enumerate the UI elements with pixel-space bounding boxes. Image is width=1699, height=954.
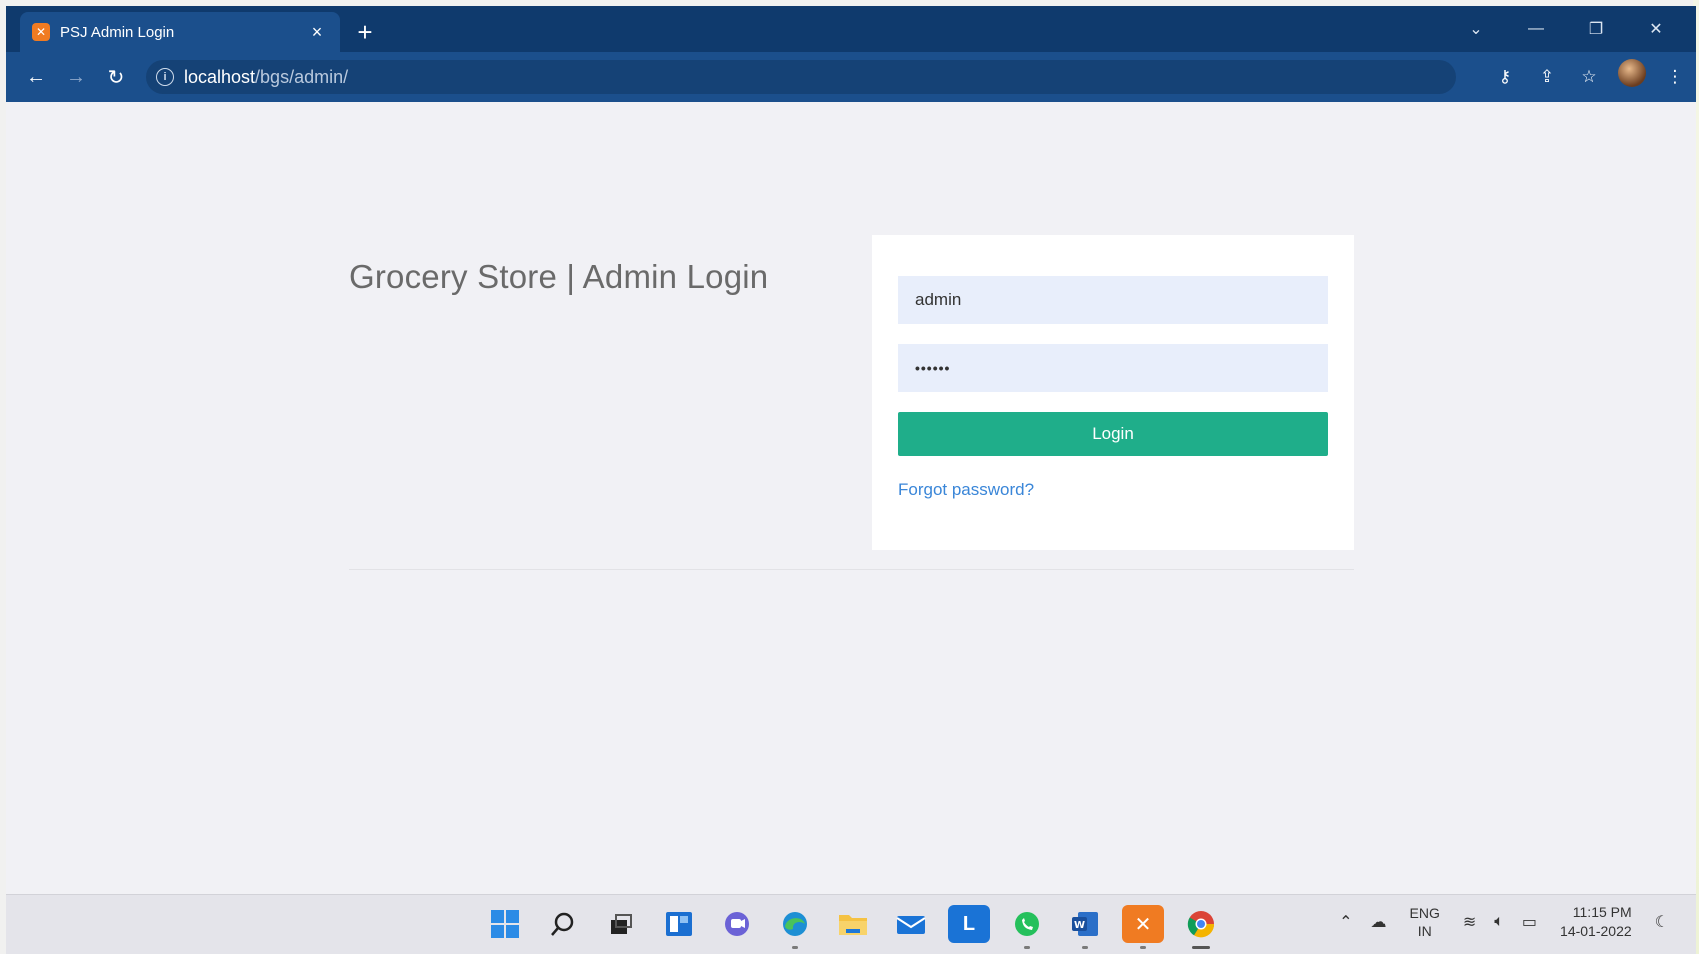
url-host: localhost xyxy=(184,66,256,87)
notification-icon[interactable]: ☾ xyxy=(1655,912,1669,932)
teams-chat-icon[interactable] xyxy=(716,905,758,943)
task-view-icon[interactable] xyxy=(600,905,642,943)
l-app-icon[interactable]: L xyxy=(948,905,990,943)
language-indicator[interactable]: ENG IN xyxy=(1410,904,1440,940)
taskbar-apps: L W ✕ xyxy=(484,905,1238,949)
share-icon[interactable]: ⇪ xyxy=(1526,59,1568,95)
close-icon[interactable]: × xyxy=(306,22,328,43)
menu-icon[interactable]: ⋮ xyxy=(1654,59,1696,95)
widgets-icon[interactable] xyxy=(658,905,700,943)
date: 14-01-2022 xyxy=(1560,923,1632,939)
browser-window: ✕ PSJ Admin Login × + ⌄ — ❐ ✕ ← → ↻ i lo… xyxy=(6,6,1696,102)
word-icon[interactable]: W xyxy=(1064,905,1106,949)
file-explorer-icon[interactable] xyxy=(832,905,874,943)
system-tray: ⌃ ☁ ENG IN ≋ 🔈︎ ▭ 11:15 PM 14-01-2022 ☾ xyxy=(1330,903,1678,941)
browser-tab[interactable]: ✕ PSJ Admin Login × xyxy=(20,12,340,52)
xampp-icon: ✕ xyxy=(32,23,50,41)
login-button[interactable]: Login xyxy=(898,412,1328,456)
wifi-icon[interactable]: ≋ xyxy=(1463,912,1476,932)
edge-icon[interactable] xyxy=(774,905,816,949)
clock[interactable]: 11:15 PM 14-01-2022 xyxy=(1560,903,1632,941)
avatar[interactable] xyxy=(1618,59,1646,87)
volume-icon[interactable]: 🔈︎ xyxy=(1494,913,1504,931)
lang-region: IN xyxy=(1417,923,1432,939)
reload-icon[interactable]: ↻ xyxy=(96,59,136,95)
address-bar[interactable]: i localhost/bgs/admin/ xyxy=(146,60,1456,94)
close-window-button[interactable]: ✕ xyxy=(1626,12,1686,46)
password-input[interactable] xyxy=(898,344,1328,392)
whatsapp-icon[interactable] xyxy=(1006,905,1048,949)
restore-button[interactable]: ❐ xyxy=(1566,12,1626,46)
svg-text:W: W xyxy=(1074,920,1085,931)
tab-strip: ✕ PSJ Admin Login × + ⌄ — ❐ ✕ xyxy=(6,6,1696,52)
search-icon[interactable] xyxy=(542,905,584,943)
taskbar: L W ✕ ⌃ ☁ ENG IN ≋ 🔈︎ ▭ 11:15 PM 14-01-2… xyxy=(6,894,1696,954)
forward-icon[interactable]: → xyxy=(56,59,96,95)
star-icon[interactable]: ☆ xyxy=(1568,59,1610,95)
back-icon[interactable]: ← xyxy=(16,59,56,95)
battery-icon[interactable]: ▭ xyxy=(1522,912,1537,932)
minimize-button[interactable]: — xyxy=(1506,12,1566,46)
time: 11:15 PM xyxy=(1572,904,1632,920)
window-controls: ⌄ — ❐ ✕ xyxy=(1446,12,1686,46)
lang-code: ENG xyxy=(1409,905,1440,921)
username-input[interactable] xyxy=(898,276,1328,324)
divider xyxy=(349,569,1354,570)
info-icon[interactable]: i xyxy=(156,68,174,86)
new-tab-button[interactable]: + xyxy=(350,18,380,48)
chrome-icon[interactable] xyxy=(1180,905,1222,949)
page-title: Grocery Store | Admin Login xyxy=(349,258,769,295)
browser-toolbar: ← → ↻ i localhost/bgs/admin/ ⚷ ⇪ ☆ ⋮ xyxy=(6,52,1696,102)
onedrive-icon[interactable]: ☁ xyxy=(1371,912,1387,932)
url-text: localhost/bgs/admin/ xyxy=(184,67,348,88)
mail-icon[interactable] xyxy=(890,905,932,943)
chevron-up-icon[interactable]: ⌃ xyxy=(1339,912,1352,932)
tab-search-icon[interactable]: ⌄ xyxy=(1446,12,1506,46)
page-content: Grocery Store | Admin Login Login Forgot… xyxy=(6,102,1696,894)
key-icon[interactable]: ⚷ xyxy=(1484,59,1526,95)
url-path: /bgs/admin/ xyxy=(255,66,349,87)
login-card: Login Forgot password? xyxy=(872,235,1354,550)
tab-title: PSJ Admin Login xyxy=(60,23,175,41)
toolbar-icons: ⚷ ⇪ ☆ ⋮ xyxy=(1484,59,1696,95)
forgot-password-link[interactable]: Forgot password? xyxy=(898,480,1034,500)
xampp-icon[interactable]: ✕ xyxy=(1122,905,1164,949)
windows-start-icon[interactable] xyxy=(484,905,526,943)
